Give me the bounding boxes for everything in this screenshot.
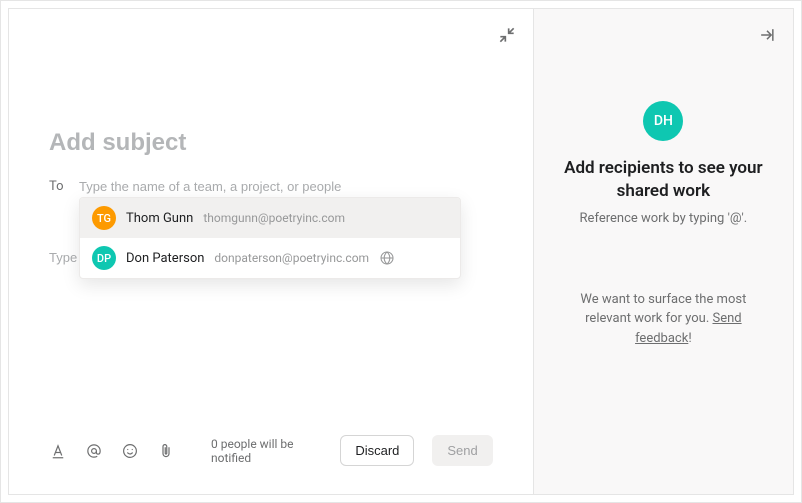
collapse-icon[interactable] (497, 25, 517, 45)
recipient-suggestions: TG Thom Gunn thomgunn@poetryinc.com DP D… (79, 197, 461, 279)
compose-pane: To TG Thom Gunn thomgunn@poetryinc.com D… (9, 9, 533, 494)
notify-count: 0 people will be notified (211, 437, 322, 465)
context-subtitle: Reference work by typing '@'. (580, 211, 748, 226)
suggestion-name: Thom Gunn (126, 211, 193, 226)
context-title: Add recipients to see your shared work (558, 157, 769, 203)
mention-icon[interactable] (85, 442, 103, 460)
compose-window: To TG Thom Gunn thomgunn@poetryinc.com D… (8, 8, 794, 495)
suggestion-email: thomgunn@poetryinc.com (203, 211, 345, 225)
suggestion-item[interactable]: TG Thom Gunn thomgunn@poetryinc.com (80, 198, 460, 238)
globe-icon (379, 250, 395, 266)
to-input[interactable] (79, 179, 493, 194)
to-row: To (49, 179, 493, 194)
close-panel-icon[interactable] (757, 25, 777, 45)
context-pane: DH Add recipients to see your shared wor… (533, 9, 793, 494)
subject-input[interactable] (49, 129, 493, 157)
emoji-icon[interactable] (121, 442, 139, 460)
suggestion-email: donpaterson@poetryinc.com (214, 251, 369, 265)
discard-button[interactable]: Discard (340, 435, 414, 466)
avatar: DP (92, 246, 116, 270)
compose-footer: 0 people will be notified Discard Send (9, 435, 533, 494)
suggestion-name: Don Paterson (126, 251, 204, 266)
text-format-icon[interactable] (49, 442, 67, 460)
avatar: TG (92, 206, 116, 230)
context-help: We want to surface the most relevant wor… (558, 290, 769, 349)
attachment-icon[interactable] (157, 442, 175, 460)
help-post: ! (688, 331, 691, 346)
send-button[interactable]: Send (432, 435, 492, 466)
to-label: To (49, 179, 79, 194)
suggestion-item[interactable]: DP Don Paterson donpaterson@poetryinc.co… (80, 238, 460, 278)
user-avatar: DH (643, 101, 683, 141)
